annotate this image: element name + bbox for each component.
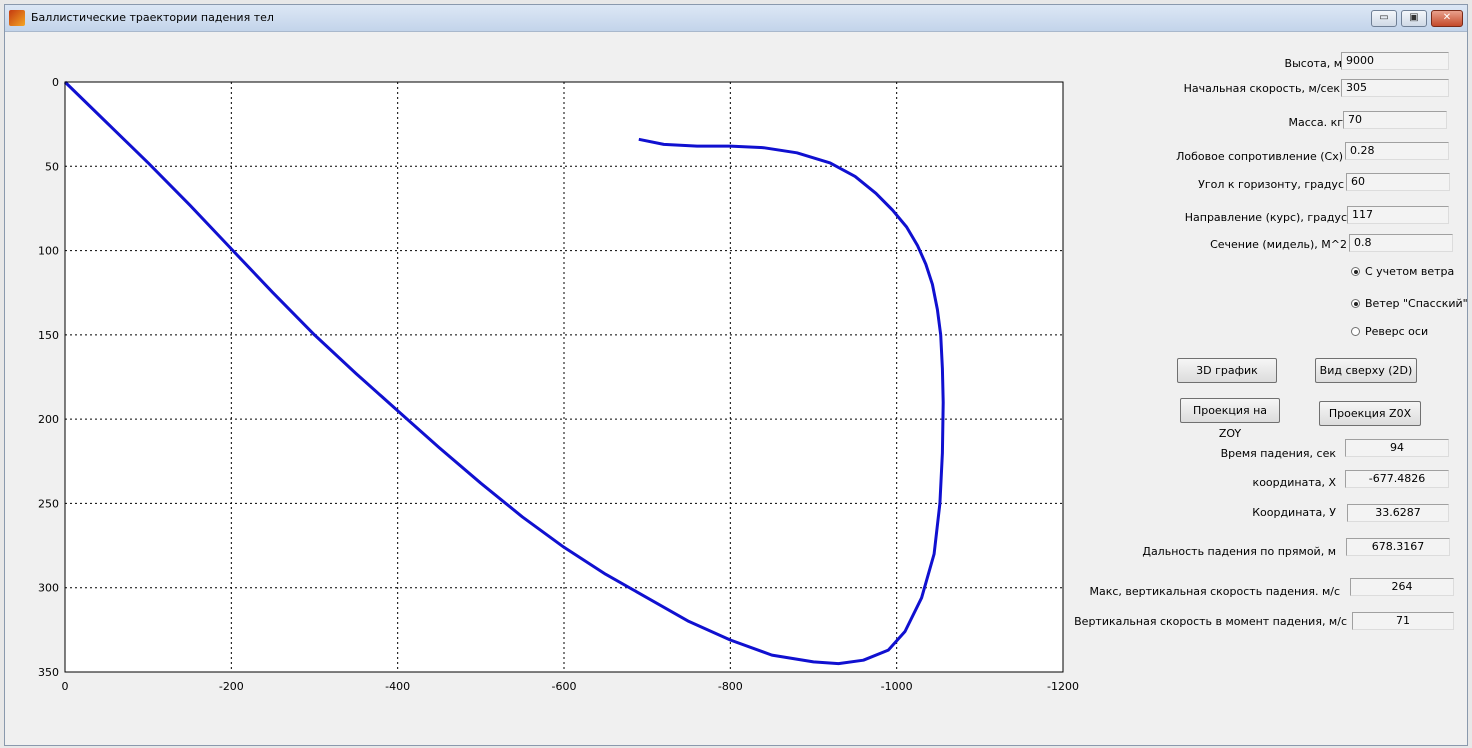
x-tick-label: -1200: [1047, 680, 1079, 693]
y-tick-label: 200: [38, 413, 59, 426]
wind-spassky-radio[interactable]: Ветер "Спасский": [1351, 297, 1468, 310]
mass-input[interactable]: 70: [1343, 111, 1447, 129]
x-tick-label: -400: [385, 680, 410, 693]
initial-speed-input[interactable]: 305: [1341, 79, 1449, 97]
title-bar[interactable]: Баллистические траектории падения тел ▭ …: [5, 5, 1467, 32]
y-tick-label: 100: [38, 245, 59, 258]
axis-reverse-radio[interactable]: Реверс оси: [1351, 325, 1428, 338]
fall-time-label: Время падения, сек: [1220, 447, 1336, 460]
maximize-button[interactable]: ▣: [1401, 10, 1427, 27]
matlab-icon: [9, 10, 25, 26]
wind-radio-label: С учетом ветра: [1365, 265, 1455, 278]
top-view-button[interactable]: Вид сверху (2D): [1315, 358, 1417, 383]
figure-content: 0 -200 -400 -600 -800 -1000 -1200 0 50 100 150 200 2…: [5, 32, 1468, 745]
fall-time-output: 94: [1345, 439, 1449, 457]
wind-spassky-radio-label: Ветер "Спасский": [1365, 297, 1468, 310]
direction-label: Направление (курс), градус: [1184, 211, 1347, 224]
radio-dot: [1351, 327, 1360, 336]
trajectory-chart: 0 -200 -400 -600 -800 -1000 -1200 0 50 100 150 200 2…: [38, 76, 1079, 693]
y-tick-label: 250: [38, 497, 59, 510]
plot-3d-button[interactable]: 3D график: [1177, 358, 1277, 383]
y-tick-label: 300: [38, 582, 59, 595]
projection-zox-button[interactable]: Проекция Z0X: [1319, 401, 1421, 426]
impact-vspeed-label: Вертикальная скорость в момент падения, …: [1074, 615, 1347, 628]
impact-vspeed-output: 71: [1352, 612, 1454, 630]
radio-dot: [1351, 299, 1360, 308]
y-tick-label: 50: [45, 160, 59, 173]
initial-speed-label: Начальная скорость, м/сек: [1183, 82, 1340, 95]
axis-reverse-radio-label: Реверс оси: [1365, 325, 1429, 338]
radio-dot: [1351, 267, 1360, 276]
minimize-button[interactable]: ▭: [1371, 10, 1397, 27]
y-tick-label: 350: [38, 666, 59, 679]
x-tick-label: -600: [552, 680, 577, 693]
y-tick-label: 150: [38, 329, 59, 342]
distance-output: 678.3167: [1346, 538, 1450, 556]
coord-y-label: Координата, У: [1252, 506, 1336, 519]
direction-input[interactable]: 117: [1347, 206, 1449, 224]
mass-label: Масса. кг: [1288, 116, 1343, 129]
coord-x-label: координата, X: [1252, 476, 1336, 489]
max-vspeed-label: Макс, вертикальная скорость падения. м/с: [1089, 585, 1340, 598]
x-tick-label: -1000: [881, 680, 913, 693]
x-tick-label: -200: [219, 680, 244, 693]
max-vspeed-output: 264: [1350, 578, 1454, 596]
x-tick-label: 0: [62, 680, 69, 693]
projection-zoy-button[interactable]: Проекция на ZOY: [1180, 398, 1280, 440]
height-input[interactable]: 9000: [1341, 52, 1449, 70]
section-label: Сечение (мидель), М^2: [1210, 238, 1347, 251]
drag-label: Лобовое сопротивление (Cx): [1176, 150, 1343, 163]
window-title: Баллистические траектории падения тел: [31, 11, 274, 24]
distance-label: Дальность падения по прямой, м: [1142, 545, 1336, 558]
app-window: Баллистические траектории падения тел ▭ …: [4, 4, 1468, 746]
section-input[interactable]: 0.8: [1349, 234, 1453, 252]
coord-y-output: 33.6287: [1347, 504, 1449, 522]
close-button[interactable]: ✕: [1431, 10, 1463, 27]
height-label: Высота, м: [1284, 57, 1342, 70]
angle-input[interactable]: 60: [1346, 173, 1450, 191]
y-tick-label: 0: [52, 76, 59, 89]
angle-label: Угол к горизонту, градус: [1198, 178, 1344, 191]
coord-x-output: -677.4826: [1345, 470, 1449, 488]
x-tick-label: -800: [718, 680, 743, 693]
drag-input[interactable]: 0.28: [1345, 142, 1449, 160]
wind-radio[interactable]: С учетом ветра: [1351, 265, 1454, 278]
